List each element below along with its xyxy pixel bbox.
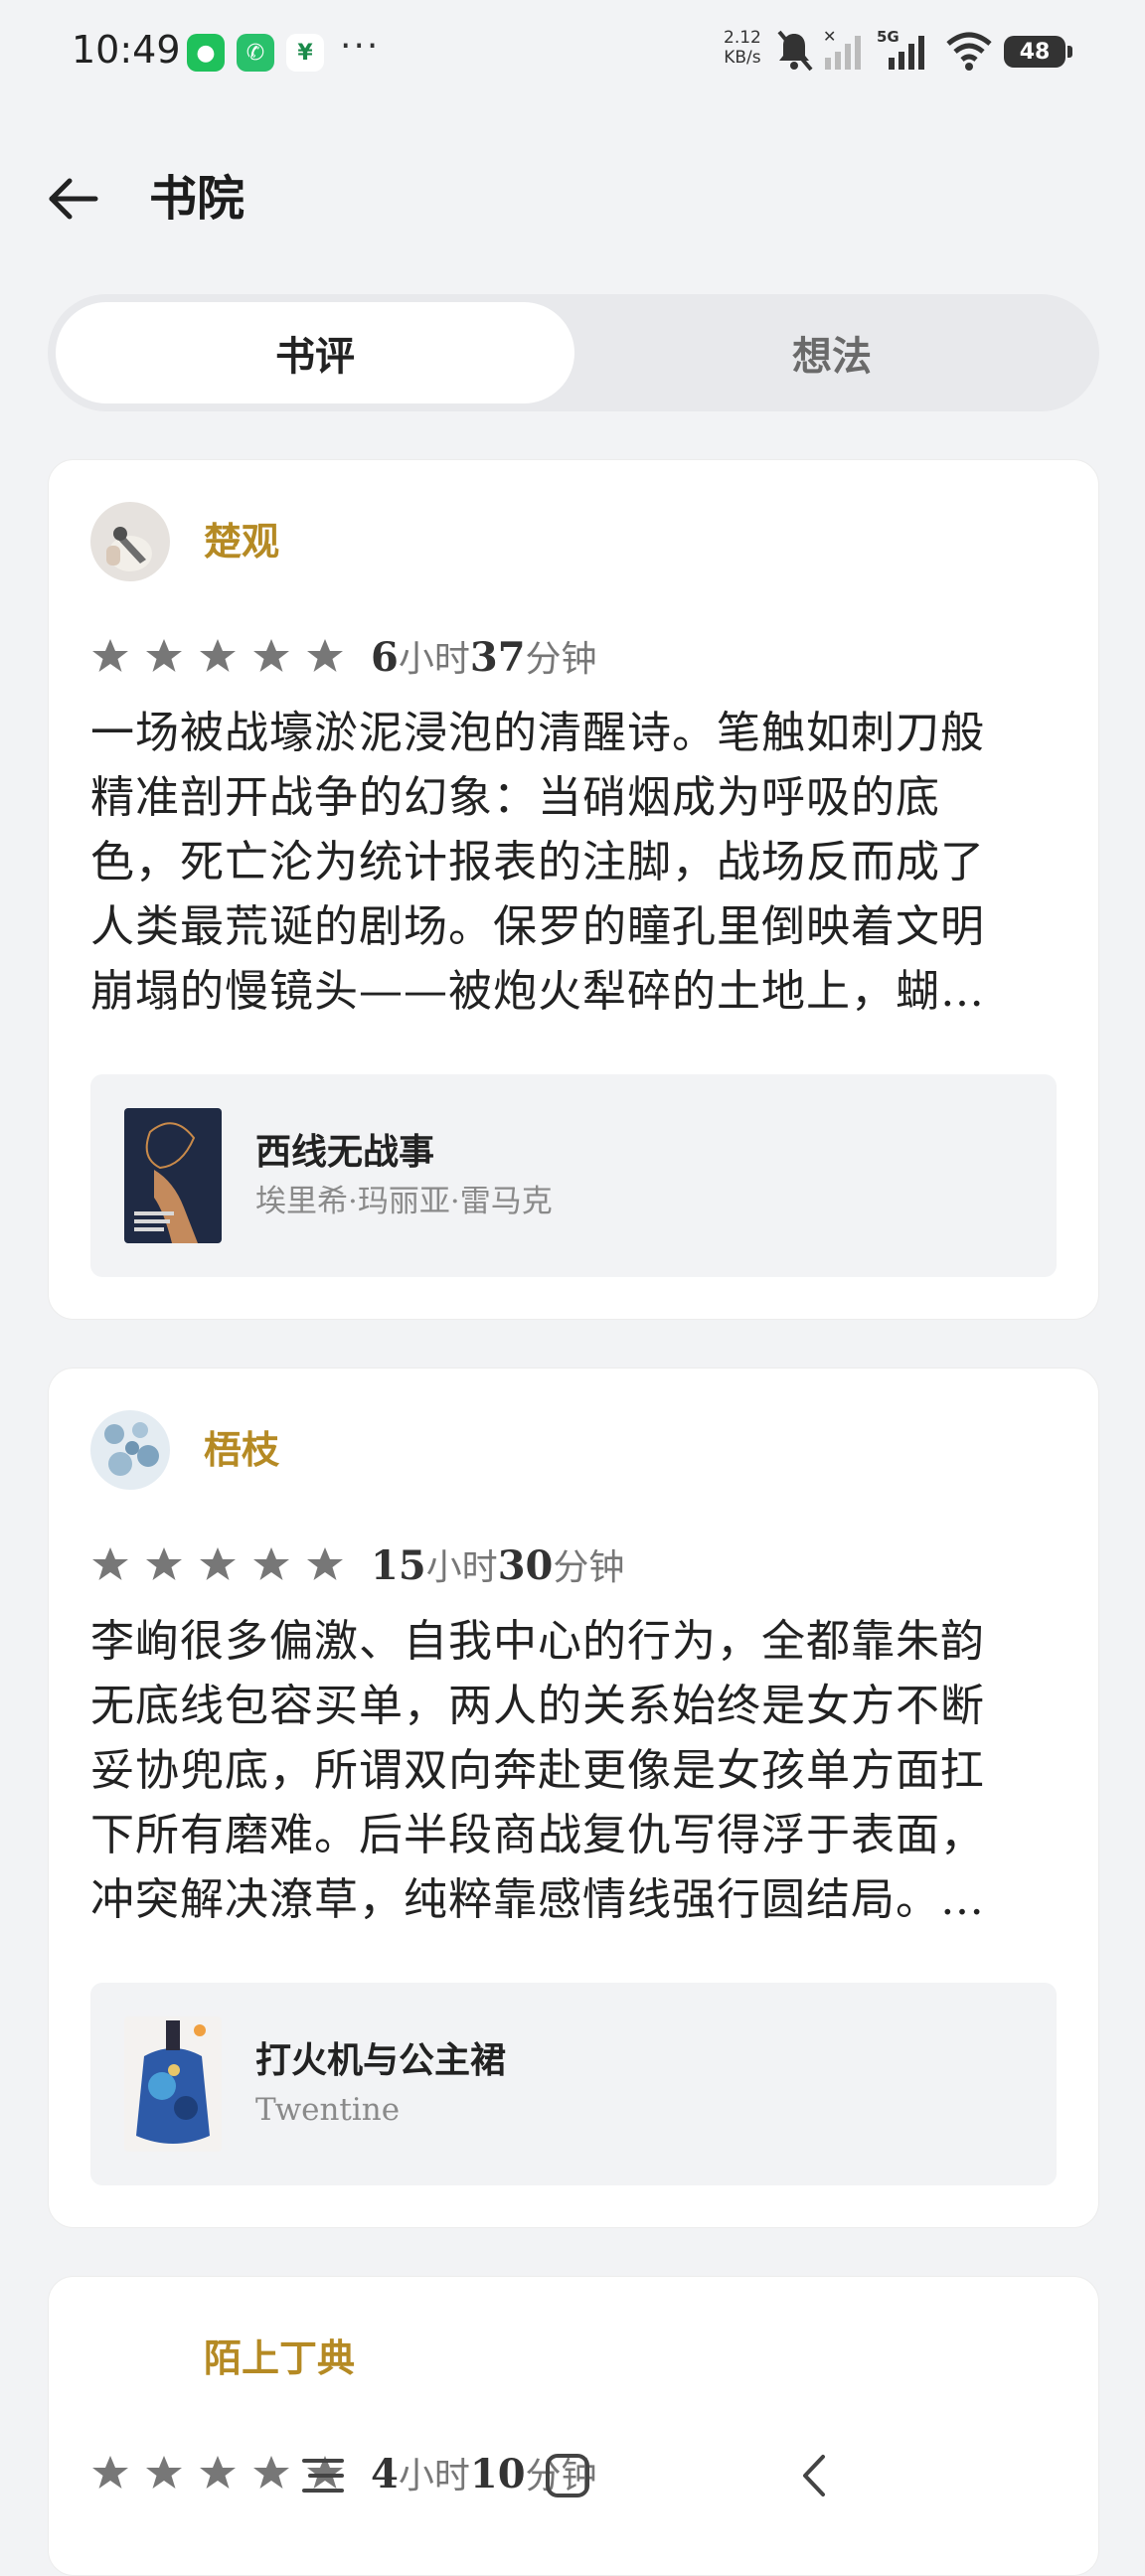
wifi-icon [946,32,992,71]
home-icon[interactable] [543,2451,592,2500]
reading-duration: 6小时37分钟 [371,634,597,681]
book-cover[interactable] [124,2016,222,2152]
star-icon [307,639,343,672]
star-icon [253,639,289,672]
signal-sim1-icon: ✕ [823,28,861,70]
more-notifications-icon: ··· [340,26,381,67]
svg-text:5G: 5G [877,28,900,46]
menu-icon[interactable] [298,2453,348,2498]
network-speed: 2.12 KB/s [724,28,761,68]
star-icon [200,1547,236,1580]
review-text[interactable]: 李峋很多偏激、自我中心的行为，全都靠朱韵 无底线包容买单，两人的关系始终是女方不… [90,1609,1057,1932]
battery-indicator: 48 [1004,36,1072,68]
review-card[interactable]: 梧枝 15小时30分钟 李峋很多偏激、自我中心的行为，全都靠朱韵 无底线包容买单… [48,1368,1099,2228]
book-title: 西线无战事 [255,1131,435,1173]
tab-thoughts[interactable]: 想法 [572,302,1091,403]
review-text[interactable]: 一场被战壕淤泥浸泡的清醒诗。笔触如刺刀般 精准剖开战争的幻象：当硝烟成为呼吸的底… [90,701,1057,1024]
review-card[interactable]: 楚观 6小时37分钟 一场被战壕淤泥浸泡的清醒诗。笔触如刺刀般 精准剖开战争的幻… [48,459,1099,1320]
star-rating [90,1544,345,1584]
star-icon [146,2456,182,2489]
phone-icon: ✆ [237,34,274,72]
reading-duration: 15小时30分钟 [371,1542,625,1589]
book-cover[interactable] [124,1108,222,1243]
avatar[interactable] [90,1410,170,1490]
svg-text:✕: ✕ [823,28,836,46]
status-time: 10:49 [72,28,181,72]
star-icon [253,1547,289,1580]
star-icon [200,639,236,672]
page-header: 书院 [0,149,1145,248]
rating-row: 15小时30分钟 [90,1537,624,1591]
star-icon [92,1547,128,1580]
book-title: 打火机与公主裙 [255,2039,507,2081]
star-icon [253,2456,289,2489]
page-title: 书院 [149,171,245,227]
status-bar: 10:49 ● ✆ ¥ ··· 2.12 KB/s ✕ 5G 48 [0,0,1145,109]
tab-switcher: 书评 想法 [48,294,1099,411]
star-icon [200,2456,236,2489]
bank-app-icon: ¥ [286,34,324,72]
book-info[interactable]: 打火机与公主裙 Twentine [90,1983,1057,2185]
mute-icon [777,30,813,72]
star-icon [146,1547,182,1580]
star-rating [90,636,345,676]
reviewer-name[interactable]: 陌上丁典 [204,2334,355,2382]
reviewer-name[interactable]: 梧枝 [204,1426,279,1474]
back-arrow-icon[interactable] [44,169,103,229]
tab-book-review[interactable]: 书评 [56,302,574,403]
review-card[interactable]: 陌上丁典 4小时10分钟 [48,2276,1099,2576]
star-icon [146,639,182,672]
rating-row: 6小时37分钟 [90,629,597,683]
star-icon [92,639,128,672]
book-author: 埃里希·玛丽亚·雷马克 [255,1184,553,1219]
back-nav-icon[interactable] [795,2451,835,2500]
star-icon [307,1547,343,1580]
star-icon [92,2456,128,2489]
wechat-icon: ● [187,34,225,72]
book-author: Twentine [255,2092,401,2128]
reviewer-name[interactable]: 楚观 [204,518,279,565]
book-info[interactable]: 西线无战事 埃里希·玛丽亚·雷马克 [90,1074,1057,1277]
signal-5g-icon: 5G [877,28,924,70]
avatar[interactable] [90,502,170,581]
